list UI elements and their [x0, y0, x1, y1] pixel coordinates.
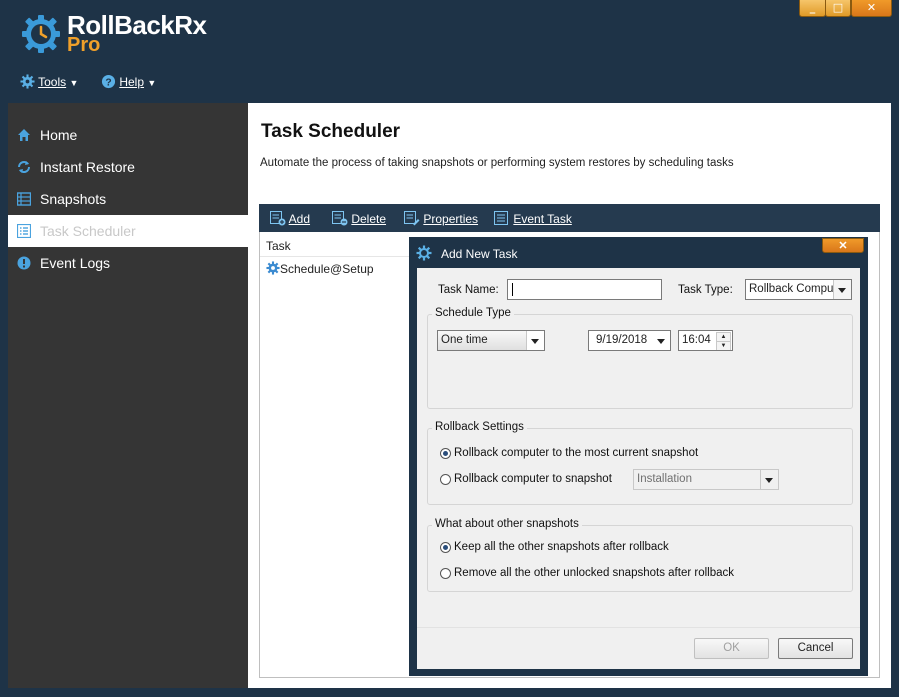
- event-task-icon: [494, 211, 508, 225]
- task-name-input[interactable]: [507, 279, 662, 300]
- minimize-button[interactable]: _: [799, 0, 826, 17]
- sidebar: Home Instant Restore Snapshots Task Sche…: [8, 103, 248, 688]
- dialog-title: Add New Task: [441, 247, 518, 261]
- task-list-icon: [17, 224, 31, 238]
- remove-snapshots-radio[interactable]: [440, 568, 451, 579]
- chevron-down-icon: [526, 331, 544, 350]
- other-snapshots-title: What about other snapshots: [432, 518, 582, 530]
- column-header-task[interactable]: Task: [260, 236, 410, 257]
- close-icon: ✕: [838, 240, 848, 252]
- tools-menu-label: Tools: [38, 75, 67, 89]
- task-gear-icon: [266, 261, 280, 275]
- rollback-logo-icon: [22, 15, 60, 53]
- rollback-snapshot-label[interactable]: Rollback computer to snapshot: [454, 473, 612, 485]
- logo-subtitle: Pro: [67, 34, 101, 56]
- schedule-date-picker[interactable]: 9/19/2018: [588, 330, 671, 351]
- remove-snapshots-label[interactable]: Remove all the other unlocked snapshots …: [454, 567, 734, 579]
- delete-button[interactable]: Delete: [332, 211, 386, 226]
- chevron-down-icon: [653, 331, 670, 350]
- gear-icon: [20, 74, 35, 89]
- text-cursor: [512, 283, 513, 296]
- schedule-type-group: [427, 314, 853, 409]
- close-icon: ✕: [866, 1, 877, 14]
- tools-menu[interactable]: Tools ▼: [20, 74, 78, 89]
- task-name: Schedule@Setup: [280, 262, 374, 276]
- dialog-gear-icon: [416, 245, 432, 261]
- alert-icon: [17, 256, 31, 270]
- keep-snapshots-radio[interactable]: [440, 542, 451, 553]
- home-icon: [18, 129, 30, 141]
- schedule-frequency-select[interactable]: One time: [437, 330, 545, 351]
- properties-icon: [404, 211, 420, 226]
- schedule-time-spinner[interactable]: 16:04 ▲ ▼: [678, 330, 733, 351]
- page-title: Task Scheduler: [261, 121, 401, 142]
- schedule-time-value: 16:04: [682, 334, 711, 346]
- schedule-frequency-value: One time: [441, 334, 488, 346]
- schedule-date-value: 9/19/2018: [596, 334, 648, 346]
- chevron-down-icon: ▼: [69, 78, 79, 88]
- snapshot-select-value: Installation: [637, 473, 692, 485]
- keep-snapshots-label[interactable]: Keep all the other snapshots after rollb…: [454, 541, 669, 553]
- event-task-button-label: Event Task: [513, 212, 572, 226]
- close-button[interactable]: ✕: [851, 0, 892, 17]
- task-type-value: Rollback Computer: [749, 283, 835, 295]
- rollback-current-radio[interactable]: [440, 448, 451, 459]
- other-snapshots-group: [427, 525, 853, 592]
- snapshots-icon: [17, 192, 31, 206]
- chevron-down-icon: ▼: [147, 78, 157, 88]
- task-type-label: Task Type:: [678, 284, 733, 296]
- snapshot-select[interactable]: Installation: [633, 469, 779, 490]
- task-type-select[interactable]: Rollback Computer: [745, 279, 852, 300]
- spin-down-icon[interactable]: ▼: [716, 341, 731, 350]
- schedule-type-title: Schedule Type: [432, 307, 514, 319]
- delete-button-label: Delete: [351, 212, 387, 226]
- properties-button-label: Properties: [423, 212, 479, 226]
- rollback-settings-group: [427, 428, 853, 505]
- sidebar-item-event-logs[interactable]: Event Logs: [8, 247, 248, 279]
- add-button[interactable]: Add: [270, 211, 310, 226]
- minimize-icon: _: [809, 1, 816, 14]
- sidebar-item-task-scheduler[interactable]: Task Scheduler: [8, 215, 248, 247]
- svg-text:?: ?: [105, 77, 111, 88]
- chevron-down-icon: [760, 470, 778, 489]
- sidebar-item-snapshots[interactable]: Snapshots: [8, 183, 248, 215]
- add-icon: [270, 211, 286, 226]
- event-task-button[interactable]: Event Task: [494, 211, 572, 226]
- maximize-button[interactable]: □: [825, 0, 851, 17]
- sidebar-item-label: Task Scheduler: [40, 223, 136, 239]
- rollback-snapshot-radio[interactable]: [440, 474, 451, 485]
- rollback-current-label[interactable]: Rollback computer to the most current sn…: [454, 447, 698, 459]
- cancel-button[interactable]: Cancel: [778, 638, 853, 659]
- sidebar-item-label: Snapshots: [40, 191, 107, 207]
- help-icon: ?: [101, 74, 116, 88]
- page-description: Automate the process of taking snapshots…: [260, 157, 734, 169]
- maximize-icon: □: [832, 1, 844, 14]
- add-button-label: Add: [288, 212, 311, 226]
- sidebar-item-home[interactable]: Home: [8, 119, 248, 151]
- sidebar-item-label: Event Logs: [40, 255, 111, 271]
- properties-button[interactable]: Properties: [404, 211, 478, 226]
- dialog-close-button[interactable]: ✕: [822, 238, 864, 253]
- sidebar-item-label: Home: [40, 127, 78, 143]
- help-menu[interactable]: ? Help ▼: [101, 74, 156, 89]
- help-menu-label: Help: [119, 75, 145, 89]
- task-name-label: Task Name:: [438, 284, 499, 296]
- sidebar-item-label: Instant Restore: [40, 159, 135, 175]
- instant-restore-icon: [18, 161, 30, 173]
- rollback-settings-title: Rollback Settings: [432, 421, 527, 433]
- ok-button[interactable]: OK: [694, 638, 769, 659]
- table-row[interactable]: Schedule@Setup: [266, 261, 374, 276]
- delete-icon: [332, 211, 348, 226]
- chevron-down-icon: [833, 280, 851, 299]
- toolbar: Add Delete Properties Event Task: [259, 204, 880, 232]
- sidebar-item-instant-restore[interactable]: Instant Restore: [8, 151, 248, 183]
